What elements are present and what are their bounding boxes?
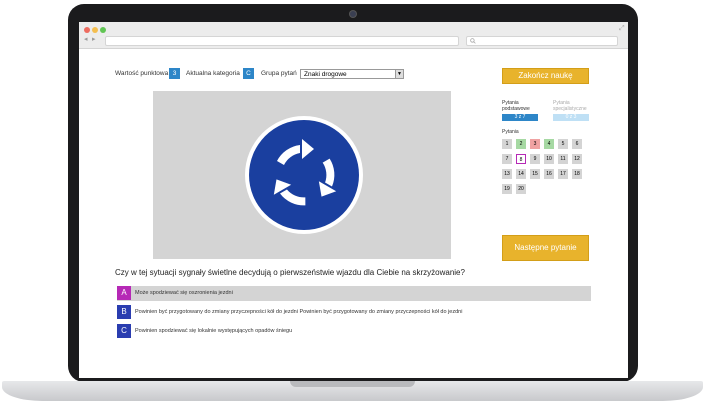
screen: ⤢ ◂ ▸ Wartość punktowa 3 Aktualna katego… (79, 22, 628, 378)
laptop-notch (290, 381, 415, 387)
answer-letter-c: C (117, 324, 131, 338)
question-group-selected: Znaki drogowe (304, 71, 347, 78)
specialist-questions-label: Pytania specjalistyczne (553, 100, 587, 112)
question-number-8[interactable]: 8 (516, 154, 526, 164)
questions-grid-label: Pytania (502, 129, 519, 135)
finish-learning-button[interactable]: Zakończ naukę (502, 68, 589, 84)
browser-chrome: ⤢ ◂ ▸ (79, 22, 628, 49)
points-value-badge: 3 (169, 68, 180, 79)
question-number-17[interactable]: 17 (558, 169, 568, 179)
search-icon (470, 38, 476, 44)
points-label: Wartość punktowa (115, 70, 169, 77)
answer-option-a[interactable]: A Może spodziewać się oszronienia jezdni (117, 286, 591, 301)
address-bar[interactable] (105, 36, 459, 46)
category-label: Aktualna kategoria (186, 70, 240, 77)
question-group-label: Grupa pytań (261, 70, 297, 77)
category-value-badge: C (243, 68, 254, 79)
question-text: Czy w tej sytuacji sygnały świetlne decy… (115, 268, 465, 277)
question-number-16[interactable]: 16 (544, 169, 554, 179)
tab-specialist-questions[interactable]: 0 z 3 (553, 114, 589, 121)
question-number-2[interactable]: 2 (516, 139, 526, 149)
chevron-down-icon[interactable]: ▼ (395, 70, 403, 78)
close-window-icon[interactable] (84, 27, 90, 33)
question-number-9[interactable]: 9 (530, 154, 540, 164)
question-number-12[interactable]: 12 (572, 154, 582, 164)
question-number-18[interactable]: 18 (572, 169, 582, 179)
answer-letter-b: B (117, 305, 131, 319)
basic-questions-label: Pytania podstawowe (502, 100, 530, 112)
question-image (153, 91, 451, 259)
answer-option-b[interactable]: B Powinien być przygotowany do zmiany pr… (117, 305, 591, 320)
next-question-button[interactable]: Następne pytanie (502, 235, 589, 261)
question-number-10[interactable]: 10 (544, 154, 554, 164)
question-number-11[interactable]: 11 (558, 154, 568, 164)
question-number-7[interactable]: 7 (502, 154, 512, 164)
question-number-4[interactable]: 4 (544, 139, 554, 149)
answer-text-c: Powinien spodziewać się lokalnie występu… (135, 328, 293, 334)
question-group-select[interactable]: Znaki drogowe ▼ (300, 69, 404, 79)
browser-search-bar[interactable] (466, 36, 618, 46)
back-icon[interactable]: ◂ (84, 36, 88, 44)
question-number-15[interactable]: 15 (530, 169, 540, 179)
answer-text-a: Może spodziewać się oszronienia jezdni (135, 290, 233, 296)
question-number-14[interactable]: 14 (516, 169, 526, 179)
answer-option-c[interactable]: C Powinien spodziewać się lokalnie wystę… (117, 324, 591, 339)
question-number-5[interactable]: 5 (558, 139, 568, 149)
question-number-1[interactable]: 1 (502, 139, 512, 149)
maximize-window-icon[interactable] (100, 27, 106, 33)
fullscreen-icon[interactable]: ⤢ (619, 25, 625, 33)
answer-letter-a: A (117, 286, 131, 300)
webcam (350, 11, 356, 17)
minimize-window-icon[interactable] (92, 27, 98, 33)
question-number-19[interactable]: 19 (502, 184, 512, 194)
question-number-6[interactable]: 6 (572, 139, 582, 149)
tab-basic-questions[interactable]: 3 z 7 (502, 114, 538, 121)
question-number-20[interactable]: 20 (516, 184, 526, 194)
question-number-13[interactable]: 13 (502, 169, 512, 179)
forward-icon[interactable]: ▸ (92, 36, 96, 44)
answer-text-b: Powinien być przygotowany do zmiany przy… (135, 309, 463, 315)
question-number-3[interactable]: 3 (530, 139, 540, 149)
roundabout-sign-icon (245, 116, 363, 234)
